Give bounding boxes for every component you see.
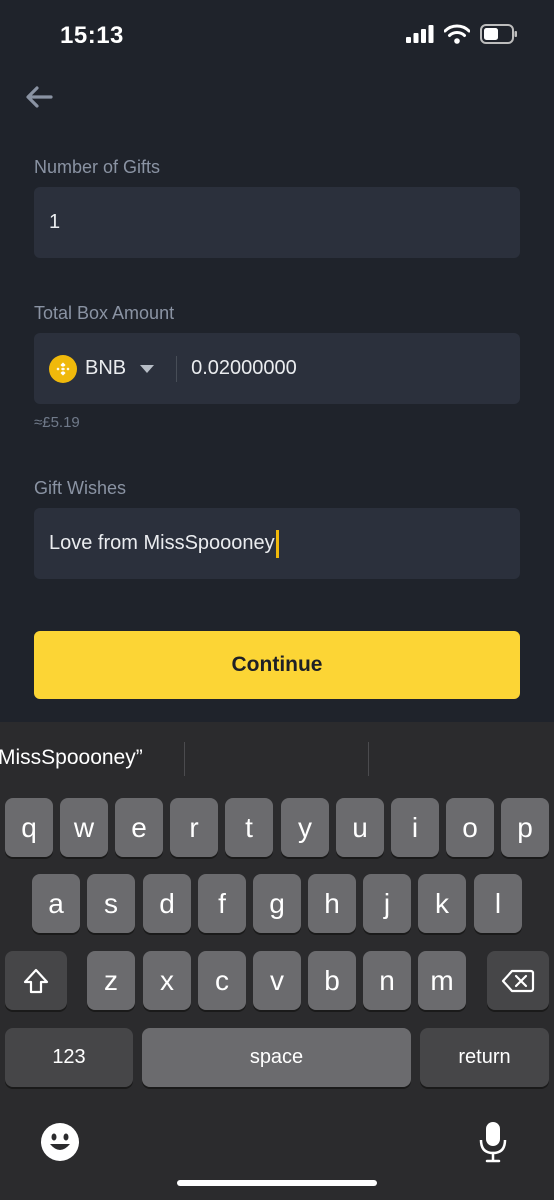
shift-key[interactable] xyxy=(5,951,67,1010)
key-r[interactable]: r xyxy=(170,798,218,857)
shift-icon xyxy=(23,968,49,993)
gifts-value: 1 xyxy=(49,211,61,233)
key-i[interactable]: i xyxy=(391,798,439,857)
status-time: 15:13 xyxy=(60,22,124,49)
delete-key[interactable] xyxy=(487,951,549,1010)
dictation-button[interactable] xyxy=(478,1120,508,1164)
key-s[interactable]: s xyxy=(87,874,135,933)
microphone-icon xyxy=(479,1122,507,1163)
keyboard: MissSpoooney” q w e r t y u i o p a s d … xyxy=(0,722,554,1200)
caret-down-icon xyxy=(140,364,155,373)
gifts-label: Number of Gifts xyxy=(34,157,161,177)
emoji-button[interactable] xyxy=(40,1122,80,1162)
key-o[interactable]: o xyxy=(446,798,494,857)
key-v[interactable]: v xyxy=(253,951,301,1010)
coin-name: BNB xyxy=(85,357,127,379)
backspace-icon xyxy=(501,969,535,992)
key-p[interactable]: p xyxy=(501,798,549,857)
key-d[interactable]: d xyxy=(143,874,191,933)
key-a[interactable]: a xyxy=(32,874,80,933)
key-k[interactable]: k xyxy=(418,874,466,933)
continue-button[interactable]: Continue xyxy=(34,631,520,699)
amount-field: BNB 0.02000000 xyxy=(34,333,520,404)
key-b[interactable]: b xyxy=(308,951,356,1010)
text-cursor xyxy=(275,529,279,558)
fiat-estimate: ≈£5.19 xyxy=(34,414,80,431)
gift-box-screen: 15:13 Number of Gifts 1 Total Box Amount xyxy=(0,0,554,1200)
key-h[interactable]: h xyxy=(308,874,356,933)
battery-icon xyxy=(480,24,517,44)
coin-selector[interactable]: BNB xyxy=(49,354,155,383)
key-x[interactable]: x xyxy=(143,951,191,1010)
wishes-label: Gift Wishes xyxy=(34,478,127,498)
key-g[interactable]: g xyxy=(253,874,301,933)
key-f[interactable]: f xyxy=(198,874,246,933)
bnb-icon xyxy=(49,354,77,383)
back-button[interactable] xyxy=(24,84,58,114)
space-key[interactable]: space xyxy=(142,1028,411,1087)
wifi-icon xyxy=(444,24,470,44)
key-l[interactable]: l xyxy=(474,874,522,933)
arrow-left-icon xyxy=(26,86,53,108)
suggestion-separator xyxy=(184,742,185,776)
gifts-input[interactable]: 1 xyxy=(34,187,520,258)
amount-label: Total Box Amount xyxy=(34,303,175,323)
home-indicator[interactable] xyxy=(177,1180,377,1186)
status-icons xyxy=(406,24,518,44)
key-w[interactable]: w xyxy=(60,798,108,857)
suggestion-bar: MissSpoooney” xyxy=(0,722,554,794)
key-m[interactable]: m xyxy=(418,951,466,1010)
key-y[interactable]: y xyxy=(281,798,329,857)
signal-icon xyxy=(406,25,434,43)
divider xyxy=(176,355,178,382)
key-e[interactable]: e xyxy=(115,798,163,857)
key-j[interactable]: j xyxy=(363,874,411,933)
suggestion-item[interactable]: MissSpoooney” xyxy=(0,746,143,770)
key-q[interactable]: q xyxy=(5,798,53,857)
return-key[interactable]: return xyxy=(420,1028,549,1087)
numbers-key[interactable]: 123 xyxy=(5,1028,133,1087)
key-n[interactable]: n xyxy=(363,951,411,1010)
wishes-input[interactable]: Love from MissSpoooney xyxy=(34,508,520,579)
emoji-icon xyxy=(41,1123,79,1161)
suggestion-separator xyxy=(368,742,369,776)
key-z[interactable]: z xyxy=(87,951,135,1010)
wishes-value: Love from MissSpoooney xyxy=(49,532,275,554)
key-c[interactable]: c xyxy=(198,951,246,1010)
amount-input[interactable]: 0.02000000 xyxy=(191,357,297,380)
key-t[interactable]: t xyxy=(225,798,273,857)
key-u[interactable]: u xyxy=(336,798,384,857)
